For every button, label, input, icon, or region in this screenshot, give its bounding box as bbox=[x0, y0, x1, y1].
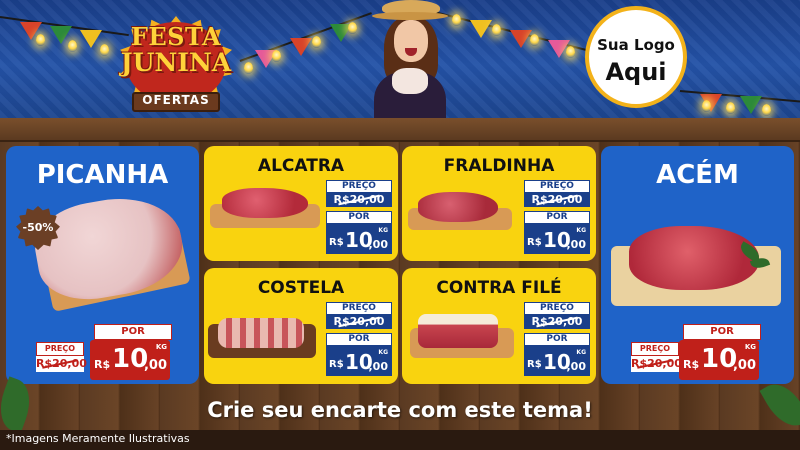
unit: KG bbox=[744, 343, 756, 351]
currency: R$ bbox=[527, 359, 542, 370]
price-tag: PREÇO R$20,00 POR R$ 10 KG ,00 bbox=[326, 180, 392, 254]
por-label: POR bbox=[326, 211, 392, 224]
currency: R$ bbox=[683, 358, 700, 371]
preco-label: PREÇO bbox=[326, 180, 392, 193]
festa-junina-logo: FESTA JUNINA OFERTAS bbox=[108, 4, 242, 116]
old-price: R$20,00 bbox=[631, 356, 682, 372]
old-price: R$20,00 bbox=[326, 193, 392, 207]
alcatra-meat-image bbox=[222, 188, 308, 218]
price-dec: ,00 bbox=[566, 238, 587, 251]
price-dec: ,00 bbox=[732, 358, 756, 373]
por-label: POR bbox=[524, 333, 590, 346]
card-fraldinha: FRALDINHA PREÇO R$20,00 POR R$ 10 KG ,00 bbox=[402, 146, 596, 261]
price-dec: ,00 bbox=[143, 358, 167, 373]
new-price: R$ 10 KG ,00 bbox=[90, 340, 170, 380]
por-label: POR bbox=[683, 324, 761, 340]
preco-label: PREÇO bbox=[524, 302, 590, 315]
header-banner: FESTA JUNINA OFERTAS Sua Logo Aqui bbox=[0, 0, 800, 118]
disclaimer-text: *Imagens Meramente Ilustrativas bbox=[6, 432, 190, 445]
preco-label: PREÇO bbox=[631, 342, 679, 356]
old-price: R$20,00 bbox=[36, 356, 87, 372]
card-title: ACÉM bbox=[656, 160, 739, 190]
price-tag: PREÇO R$20,00 POR R$ 10 KG ,00 bbox=[524, 302, 590, 376]
currency: R$ bbox=[329, 359, 344, 370]
your-logo-line2: Aqui bbox=[605, 58, 667, 86]
promo-banner: Crie seu encarte com este tema! bbox=[0, 390, 800, 430]
card-title: FRALDINHA bbox=[443, 156, 555, 176]
new-price: R$ 10 KG ,00 bbox=[524, 224, 590, 254]
unit: KG bbox=[576, 349, 586, 356]
por-label: POR bbox=[326, 333, 392, 346]
card-acem: ACÉM POR PREÇO R$20,00 R$ 10 KG ,00 bbox=[601, 146, 794, 384]
price-dec: ,00 bbox=[566, 360, 587, 373]
wood-plank bbox=[0, 118, 800, 142]
card-title: CONTRA FILÉ bbox=[436, 278, 562, 298]
preco-label: PREÇO bbox=[36, 342, 84, 356]
currency: R$ bbox=[94, 358, 111, 371]
old-price: R$20,00 bbox=[326, 315, 392, 329]
card-contra-file: CONTRA FILÉ PREÇO R$20,00 POR R$ 10 KG ,… bbox=[402, 268, 596, 384]
por-label: POR bbox=[94, 324, 172, 340]
por-label: POR bbox=[524, 211, 590, 224]
contra-file-meat-image bbox=[418, 314, 498, 348]
card-costela: COSTELA PREÇO R$20,00 POR R$ 10 KG ,00 bbox=[204, 268, 398, 384]
currency: R$ bbox=[329, 237, 344, 248]
price-dec: ,00 bbox=[368, 360, 389, 373]
your-logo-line1: Sua Logo bbox=[597, 36, 675, 54]
banner-text: Crie seu encarte com este tema! bbox=[207, 398, 593, 422]
acem-meat-image bbox=[629, 226, 759, 290]
costela-meat-image bbox=[218, 318, 304, 348]
price-tag: PREÇO R$20,00 POR R$ 10 KG ,00 bbox=[326, 302, 392, 376]
new-price: R$ 10 KG ,00 bbox=[326, 224, 392, 254]
unit: KG bbox=[378, 349, 388, 356]
card-title: ALCATRA bbox=[257, 156, 345, 176]
preco-label: PREÇO bbox=[326, 302, 392, 315]
card-title: PICANHA bbox=[36, 160, 169, 190]
picanha-meat-image bbox=[28, 188, 190, 308]
new-price: R$ 10 KG ,00 bbox=[679, 340, 759, 380]
card-alcatra: ALCATRA PREÇO R$20,00 POR R$ 10 KG ,00 bbox=[204, 146, 398, 261]
unit: KG bbox=[378, 227, 388, 234]
preco-label: PREÇO bbox=[524, 180, 590, 193]
logo-line2: JUNINA bbox=[120, 48, 232, 77]
card-title: COSTELA bbox=[257, 278, 345, 298]
fraldinha-meat-image bbox=[418, 192, 498, 222]
your-logo-placeholder: Sua Logo Aqui bbox=[585, 6, 687, 108]
card-picanha: PICANHA -50% POR PREÇO R$20,00 R$ 10 KG … bbox=[6, 146, 199, 384]
unit: KG bbox=[576, 227, 586, 234]
old-price: R$20,00 bbox=[524, 193, 590, 207]
new-price: R$ 10 KG ,00 bbox=[524, 346, 590, 376]
logo-line1: FESTA bbox=[130, 22, 222, 51]
festa-girl-image bbox=[362, 0, 458, 118]
price-int: 10 bbox=[112, 344, 149, 374]
old-price: R$20,00 bbox=[524, 315, 590, 329]
unit: KG bbox=[155, 343, 167, 351]
price-int: 10 bbox=[701, 344, 738, 374]
footer: *Imagens Meramente Ilustrativas bbox=[0, 430, 800, 450]
currency: R$ bbox=[527, 237, 542, 248]
price-dec: ,00 bbox=[368, 238, 389, 251]
price-tag: PREÇO R$20,00 POR R$ 10 KG ,00 bbox=[524, 180, 590, 254]
new-price: R$ 10 KG ,00 bbox=[326, 346, 392, 376]
logo-ribbon: OFERTAS bbox=[142, 93, 210, 107]
